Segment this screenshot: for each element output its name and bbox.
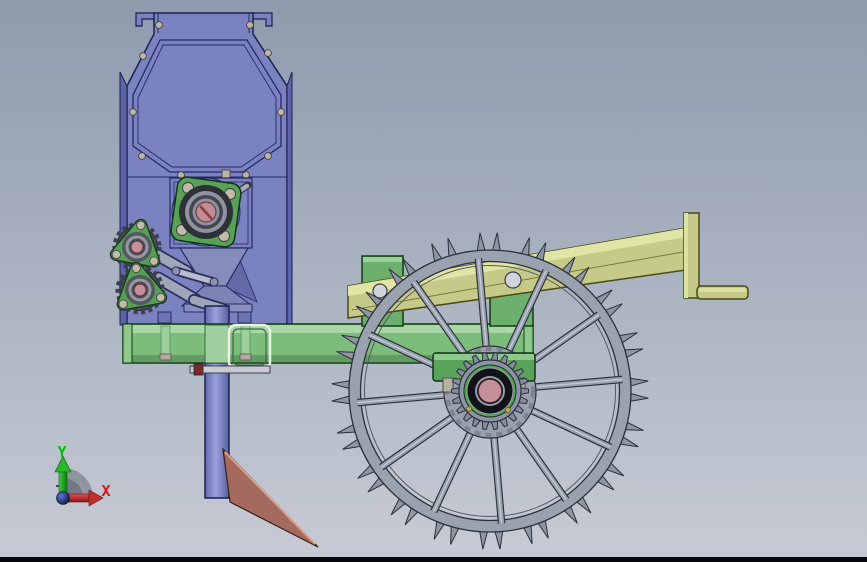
link-joint <box>209 277 219 287</box>
rivet <box>264 49 272 57</box>
bottom-bar <box>0 557 867 562</box>
square-nut <box>221 169 231 179</box>
rivet <box>246 21 254 29</box>
bolt-shaft-in-beam <box>240 325 251 357</box>
bolt-tip <box>159 353 172 361</box>
hopper-right-wall-edge <box>286 71 293 326</box>
frame-beam-top-face <box>124 325 532 333</box>
upright-highlight <box>684 213 688 298</box>
rivet <box>277 108 285 116</box>
mount-bolt-block <box>237 311 252 324</box>
y-axis-label: Y <box>57 443 66 461</box>
mount-bolt-block <box>157 311 172 324</box>
rivet <box>139 52 147 60</box>
link-joint <box>171 266 181 276</box>
pin-red-collar <box>193 363 204 376</box>
rivet <box>138 152 146 160</box>
origin-sphere <box>56 491 70 505</box>
tongue-end-foot <box>696 285 749 300</box>
gold-fastener <box>505 407 511 413</box>
flange-bolt <box>149 256 159 266</box>
flange-bolt <box>131 263 141 273</box>
frame-left-end-cap <box>122 323 133 364</box>
flange-bolt <box>136 220 146 230</box>
tube-through-beam <box>204 324 230 364</box>
bolt-tip <box>239 353 252 361</box>
pivot-bolt-right <box>504 271 522 289</box>
shaft-end <box>130 240 144 254</box>
left-plate-top-face <box>363 257 402 262</box>
flange-bolt <box>156 292 166 303</box>
shaft-end <box>133 283 147 297</box>
pivot-bolt-left <box>372 283 388 299</box>
cad-scene[interactable]: Y X <box>0 0 867 562</box>
rivet <box>264 152 272 160</box>
x-axis-label: X <box>101 482 110 500</box>
cad-viewport[interactable]: Y X <box>0 0 867 562</box>
bolt-shaft-in-beam <box>160 325 171 357</box>
flange-bolt <box>118 299 128 309</box>
rivet <box>129 108 137 116</box>
rivet <box>242 171 250 179</box>
foot-highlight <box>699 288 746 292</box>
rivet <box>155 21 163 29</box>
gold-fastener <box>466 406 472 412</box>
flange-bolt <box>111 249 121 260</box>
axle-shaft-end <box>478 379 502 403</box>
